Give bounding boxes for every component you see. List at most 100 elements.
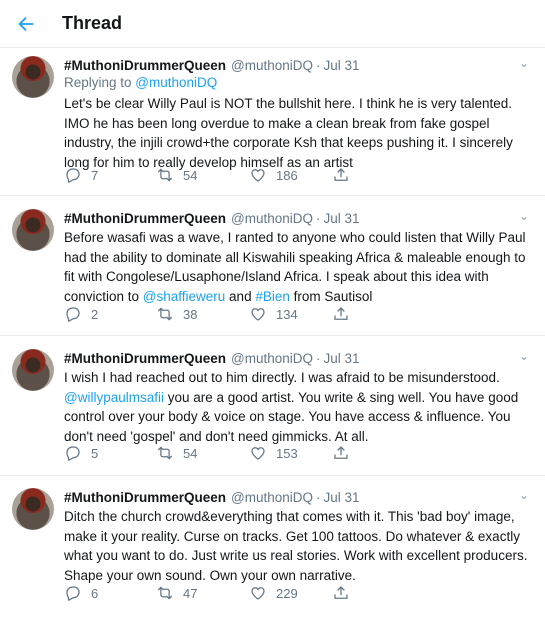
reply-count: 6 xyxy=(91,585,99,601)
chevron-down-icon[interactable]: ⌄ xyxy=(515,209,533,223)
author-name[interactable]: #MuthoniDrummerQueen xyxy=(64,351,226,366)
tweet-text: I wish I had reached out to him directly… xyxy=(64,368,531,446)
share-button[interactable] xyxy=(332,444,350,462)
reply-count: 2 xyxy=(91,306,99,322)
heart-icon xyxy=(251,169,265,182)
share-button[interactable] xyxy=(332,166,350,184)
like-button[interactable]: 186 xyxy=(249,166,332,184)
separator-dot: · xyxy=(316,489,321,505)
mention-link[interactable]: @shaffieweru xyxy=(143,289,226,304)
avatar[interactable] xyxy=(12,349,54,391)
tweet-line: @willypaulmsafii you are a good artist. … xyxy=(64,388,531,408)
page-title: Thread xyxy=(62,13,123,33)
share-button[interactable] xyxy=(332,584,350,602)
hashtag-link[interactable]: #Bien xyxy=(255,289,290,304)
author-handle[interactable]: @muthoniDQ xyxy=(231,351,313,366)
tweet-text: Ditch the church crowd&everything that c… xyxy=(64,507,531,585)
author-handle[interactable]: @muthoniDQ xyxy=(231,490,313,505)
tweet[interactable]: #MuthoniDrummerQueen @muthoniDQ · Jul 31… xyxy=(0,196,545,336)
tweet-line: make it your reality. Curse on tracks. G… xyxy=(64,528,520,544)
tweet[interactable]: #MuthoniDrummerQueen @muthoniDQ · Jul 31… xyxy=(0,336,545,476)
tweet-date[interactable]: Jul 31 xyxy=(324,351,360,366)
reply-icon xyxy=(66,446,80,461)
author-handle[interactable]: @muthoniDQ xyxy=(231,58,313,73)
reply-button[interactable]: 2 xyxy=(64,305,156,323)
heart-icon xyxy=(251,587,265,600)
tweet-header: #MuthoniDrummerQueen @muthoniDQ · Jul 31… xyxy=(64,56,533,74)
chevron-down-icon[interactable]: ⌄ xyxy=(515,488,533,502)
retweet-icon xyxy=(157,586,173,600)
retweet-button[interactable]: 54 xyxy=(156,444,249,462)
tweet[interactable]: #MuthoniDrummerQueen @muthoniDQ · Jul 31… xyxy=(0,48,545,196)
tweet-date[interactable]: Jul 31 xyxy=(324,490,360,505)
tweet-actions: 2 38 134 xyxy=(64,304,350,324)
tweet-text: Let's be clear Willy Paul is NOT the bul… xyxy=(64,94,531,172)
tweet-line: control over your body & voice on stage.… xyxy=(64,409,511,424)
share-icon xyxy=(334,168,348,181)
share-icon xyxy=(334,446,348,459)
chevron-down-icon[interactable]: ⌄ xyxy=(515,349,533,363)
tweet-line: industry, the injili crowd+the corporate… xyxy=(64,135,513,150)
tweet-date[interactable]: Jul 31 xyxy=(324,58,360,73)
tweet-header: #MuthoniDrummerQueen @muthoniDQ · Jul 31… xyxy=(64,349,533,367)
thread-header: Thread xyxy=(0,0,545,48)
retweet-count: 54 xyxy=(183,445,198,461)
separator-dot: · xyxy=(316,350,321,366)
tweet-text-segment: from Sautisol xyxy=(289,288,373,304)
reply-count: 5 xyxy=(91,445,99,461)
reply-icon xyxy=(66,586,80,601)
tweet-line: fit with Congolese/Lusaphone/Island Afri… xyxy=(64,269,489,284)
retweet-button[interactable]: 38 xyxy=(156,305,249,323)
like-count: 229 xyxy=(276,585,298,601)
heart-icon xyxy=(251,447,265,460)
avatar[interactable] xyxy=(12,56,54,98)
retweet-icon xyxy=(157,446,173,460)
reply-button[interactable]: 7 xyxy=(64,166,156,184)
author-handle[interactable]: @muthoniDQ xyxy=(231,211,313,226)
separator-dot: · xyxy=(316,210,321,226)
tweet-date[interactable]: Jul 31 xyxy=(324,211,360,226)
reply-button[interactable]: 5 xyxy=(64,444,156,462)
share-button[interactable] xyxy=(332,305,350,323)
back-arrow-icon[interactable] xyxy=(14,12,38,36)
retweet-count: 54 xyxy=(183,167,198,183)
author-name[interactable]: #MuthoniDrummerQueen xyxy=(64,58,226,73)
tweet-text-segment: conviction to xyxy=(64,288,143,304)
tweet-line: what you want to do. Just write us real … xyxy=(64,548,528,563)
like-button[interactable]: 134 xyxy=(249,305,332,323)
retweet-icon xyxy=(157,168,173,182)
like-count: 153 xyxy=(276,445,298,461)
like-count: 134 xyxy=(276,306,298,322)
tweet[interactable]: #MuthoniDrummerQueen @muthoniDQ · Jul 31… xyxy=(0,476,545,618)
like-button[interactable]: 229 xyxy=(249,584,332,602)
tweet-line: I wish I had reached out to him directly… xyxy=(64,370,500,385)
avatar[interactable] xyxy=(12,209,54,251)
share-icon xyxy=(334,586,348,599)
author-name[interactable]: #MuthoniDrummerQueen xyxy=(64,490,226,505)
retweet-button[interactable]: 54 xyxy=(156,166,249,184)
tweet-line: had the ability to dominate all Kiswahil… xyxy=(64,249,526,265)
chevron-down-icon[interactable]: ⌄ xyxy=(515,56,533,70)
replying-to: Replying to @muthoniDQ xyxy=(64,75,217,90)
retweet-button[interactable]: 47 xyxy=(156,584,249,602)
reply-mention-link[interactable]: @muthoniDQ xyxy=(135,75,217,90)
tweet-line: Let's be clear Willy Paul is NOT the bul… xyxy=(64,96,513,111)
tweet-line: Before wasafi was a wave, I ranted to an… xyxy=(64,230,526,245)
tweet-text-segment: and xyxy=(225,288,256,304)
share-icon xyxy=(334,307,348,320)
heart-icon xyxy=(251,308,265,321)
separator-dot: · xyxy=(316,57,321,73)
like-button[interactable]: 153 xyxy=(249,444,332,462)
tweet-text: Before wasafi was a wave, I ranted to an… xyxy=(64,228,531,306)
author-name[interactable]: #MuthoniDrummerQueen xyxy=(64,211,226,226)
reply-icon xyxy=(66,307,80,322)
reply-button[interactable]: 6 xyxy=(64,584,156,602)
tweet-header: #MuthoniDrummerQueen @muthoniDQ · Jul 31… xyxy=(64,209,533,227)
reply-count: 7 xyxy=(91,167,99,183)
like-count: 186 xyxy=(276,167,298,183)
mention-link[interactable]: @willypaulmsafii xyxy=(64,390,164,405)
avatar[interactable] xyxy=(12,488,54,530)
reply-icon xyxy=(66,168,80,183)
retweet-icon xyxy=(157,307,173,321)
tweet-line: IMO he has been long overdue to make a c… xyxy=(64,115,490,131)
